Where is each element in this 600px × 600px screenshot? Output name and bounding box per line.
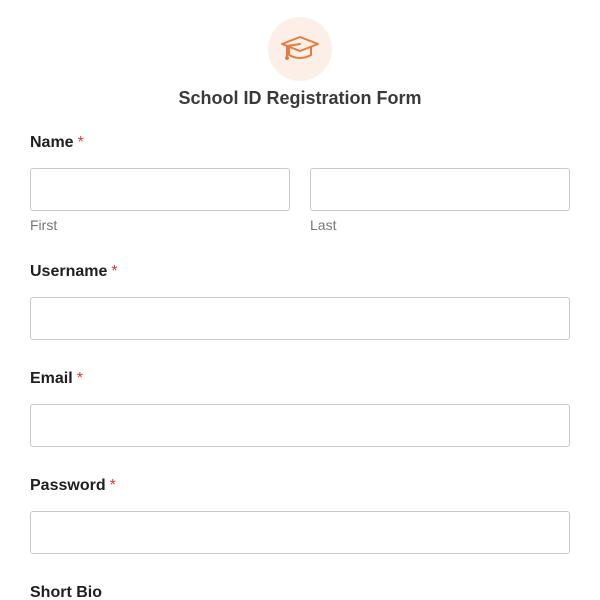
username-label-text: Username	[30, 263, 108, 280]
short-bio-label-text: Short Bio	[30, 584, 102, 600]
email-label-text: Email	[30, 370, 73, 387]
registration-form-page: School ID Registration Form Name * First …	[0, 0, 600, 600]
required-asterisk: *	[111, 263, 118, 280]
required-asterisk: *	[77, 134, 84, 151]
required-asterisk: *	[76, 370, 83, 387]
first-name-sublabel: First	[30, 217, 58, 233]
name-label-text: Name	[30, 134, 74, 151]
header-icon-circle	[268, 17, 332, 81]
password-label: Password *	[30, 477, 116, 495]
password-label-text: Password	[30, 477, 106, 494]
username-input[interactable]	[30, 297, 570, 340]
last-name-sublabel: Last	[310, 217, 337, 233]
email-input[interactable]	[30, 404, 570, 447]
required-asterisk: *	[109, 477, 116, 494]
short-bio-label: Short Bio	[30, 584, 102, 600]
form-title: School ID Registration Form	[178, 88, 422, 108]
graduation-cap-icon	[281, 36, 319, 60]
last-name-input[interactable]	[310, 168, 570, 211]
name-label: Name *	[30, 134, 84, 152]
first-name-input[interactable]	[30, 168, 290, 211]
password-input[interactable]	[30, 511, 570, 554]
username-label: Username *	[30, 263, 118, 281]
email-label: Email *	[30, 370, 83, 388]
